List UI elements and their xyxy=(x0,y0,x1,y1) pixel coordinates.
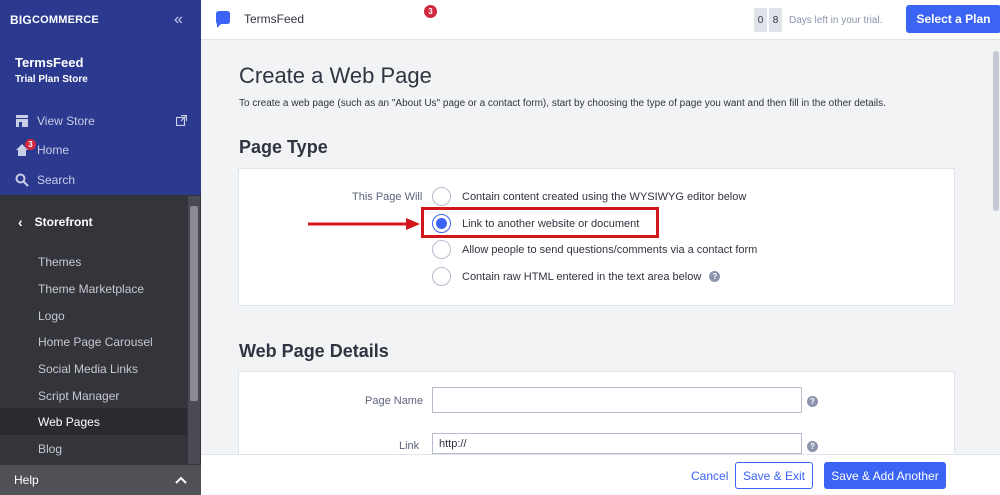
cancel-link[interactable]: Cancel xyxy=(691,469,728,483)
bigcommerce-logo[interactable]: BIG COMMERCE xyxy=(10,12,99,28)
logo-big: BIG xyxy=(10,13,32,27)
section-label: Storefront xyxy=(34,215,93,229)
page-will-label: This Page Will xyxy=(352,191,423,203)
highlight-box xyxy=(421,207,659,238)
save-exit-button[interactable]: Save & Exit xyxy=(735,462,813,489)
external-link-icon[interactable] xyxy=(175,114,188,129)
store-name: TermsFeed xyxy=(15,55,84,70)
sidebar-item-home-page-carousel[interactable]: Home Page Carousel xyxy=(38,335,153,349)
trial-counter: 0 8 Days left in your trial. xyxy=(754,8,882,32)
option-label: Allow people to send questions/comments … xyxy=(462,243,758,256)
sidebar-scrollbar[interactable] xyxy=(188,196,200,464)
option-raw-html[interactable]: Contain raw HTML entered in the text are… xyxy=(432,267,721,286)
option-contact-form[interactable]: Allow people to send questions/comments … xyxy=(432,240,757,259)
help-icon[interactable]: ? xyxy=(709,271,721,282)
sidebar-item-script-manager[interactable]: Script Manager xyxy=(38,389,119,403)
sidebar-item-blog[interactable]: Blog xyxy=(38,442,62,456)
option-label: Contain content created using the WYSIWY… xyxy=(462,190,747,203)
help-icon[interactable]: ? xyxy=(807,441,818,452)
chevron-left-icon: ‹ xyxy=(18,214,23,230)
link-label: Link xyxy=(399,440,420,452)
collapse-sidebar-icon[interactable]: « xyxy=(174,11,183,29)
form-footer: Cancel Save & Exit Save & Add Another xyxy=(201,454,1000,495)
home-badge: 3 xyxy=(25,139,36,150)
search-icon xyxy=(15,173,29,187)
trial-digit: 0 xyxy=(754,8,767,32)
sidebar-item-label: Search xyxy=(37,173,76,187)
sidebar-help[interactable]: Help xyxy=(0,465,201,495)
logo-commerce: COMMERCE xyxy=(31,14,99,26)
sidebar-item-home[interactable]: Home xyxy=(15,143,69,157)
chevron-up-icon xyxy=(175,473,187,487)
sidebar-item-view-store[interactable]: View Store xyxy=(15,114,95,128)
store-plan: Trial Plan Store xyxy=(15,74,88,85)
option-wysiwyg[interactable]: Contain content created using the WYSIWY… xyxy=(432,187,746,206)
save-add-another-button[interactable]: Save & Add Another xyxy=(824,462,946,489)
sidebar-item-themes[interactable]: Themes xyxy=(38,255,81,269)
sidebar-item-theme-marketplace[interactable]: Theme Marketplace xyxy=(38,282,144,296)
scrollbar-thumb[interactable] xyxy=(993,51,999,211)
page-name-label: Page Name xyxy=(365,395,424,407)
sidebar-item-label: Home xyxy=(37,143,70,157)
notifications-icon[interactable] xyxy=(213,8,233,33)
sidebar-item-logo[interactable]: Logo xyxy=(38,309,65,323)
sidebar-item-social-media-links[interactable]: Social Media Links xyxy=(38,362,138,376)
radio-button[interactable] xyxy=(432,187,451,206)
help-label: Help xyxy=(14,473,39,487)
red-arrow-icon xyxy=(308,218,420,230)
sidebar-item-label: View Store xyxy=(37,114,95,128)
help-icon[interactable]: ? xyxy=(807,396,818,407)
sidebar-item-web-pages[interactable]: Web Pages xyxy=(38,415,100,429)
sidebar-item-search[interactable]: Search xyxy=(15,173,75,187)
radio-button[interactable] xyxy=(432,240,451,259)
web-page-details-heading: Web Page Details xyxy=(239,341,389,361)
page-name-input[interactable] xyxy=(432,387,802,413)
page-description: To create a web page (such as an "About … xyxy=(239,98,886,109)
link-input[interactable] xyxy=(432,433,802,454)
page-title: Create a Web Page xyxy=(239,63,432,88)
trial-text: Days left in your trial. xyxy=(789,14,883,26)
select-plan-button[interactable]: Select a Plan xyxy=(906,5,1000,33)
top-bar: 3 TermsFeed 0 8 Days left in your trial.… xyxy=(201,0,1000,40)
trial-digit: 8 xyxy=(769,8,782,32)
notification-badge: 3 xyxy=(424,5,437,18)
sidebar: BIG COMMERCE « TermsFeed Trial Plan Store… xyxy=(0,0,201,495)
store-title: TermsFeed xyxy=(244,12,305,26)
radio-button[interactable] xyxy=(432,267,451,286)
sidebar-section-storefront[interactable]: ‹ Storefront xyxy=(0,208,187,236)
storefront-icon xyxy=(16,115,28,127)
sidebar-header: BIG COMMERCE « TermsFeed Trial Plan Store… xyxy=(0,0,201,195)
page-type-heading: Page Type xyxy=(239,137,328,157)
option-label: Contain raw HTML entered in the text are… xyxy=(462,270,702,283)
main-scrollbar[interactable] xyxy=(992,41,1000,454)
scrollbar-thumb[interactable] xyxy=(190,206,198,401)
